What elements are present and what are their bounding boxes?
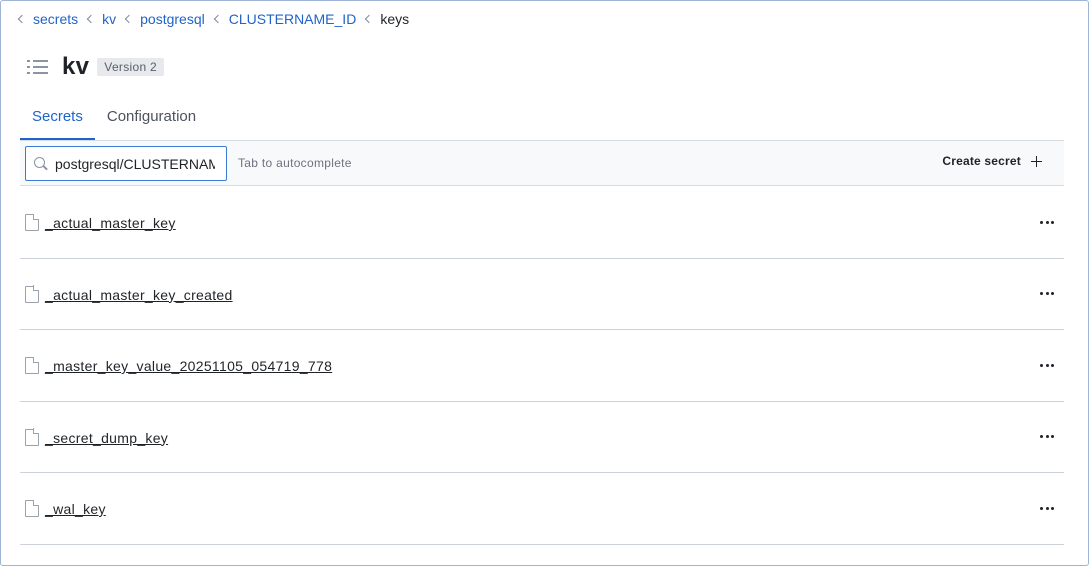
tab-secrets[interactable]: Secrets <box>20 98 95 140</box>
breadcrumb-item-keys: keys <box>365 11 410 27</box>
more-options-button[interactable] <box>1040 289 1054 299</box>
secret-link[interactable]: _master_key_value_20251105_054719_778 <box>45 358 332 374</box>
create-secret-label: Create secret <box>942 154 1021 168</box>
breadcrumb: secrets kv postgresql CLUSTERNAME_ID key… <box>17 10 419 28</box>
breadcrumb-item-secrets: secrets <box>17 11 78 27</box>
list-item[interactable]: _secret_dump_key <box>20 402 1064 473</box>
file-icon <box>25 428 40 446</box>
secret-link[interactable]: _actual_master_key_created <box>45 287 233 303</box>
breadcrumb-current: keys <box>380 11 410 27</box>
tab-configuration[interactable]: Configuration <box>95 98 208 140</box>
app-window: secrets kv postgresql CLUSTERNAME_ID key… <box>0 0 1089 566</box>
more-options-button[interactable] <box>1040 360 1054 370</box>
plus-icon <box>1031 155 1042 167</box>
create-secret-button[interactable]: Create secret <box>942 154 1042 168</box>
autocomplete-hint: Tab to autocomplete <box>238 156 352 170</box>
chevron-left-icon <box>17 14 27 24</box>
version-badge: Version 2 <box>97 58 165 76</box>
list-item[interactable]: _actual_master_key <box>20 187 1064 259</box>
list-item[interactable]: _master_key_value_20251105_054719_778 <box>20 330 1064 402</box>
search-field[interactable] <box>25 146 227 181</box>
search-icon <box>34 156 48 171</box>
secret-link[interactable]: _actual_master_key <box>45 215 176 231</box>
search-input[interactable] <box>55 155 215 172</box>
chevron-left-icon <box>213 14 222 24</box>
breadcrumb-link-clustername[interactable]: CLUSTERNAME_ID <box>229 11 357 27</box>
chevron-left-icon <box>124 14 134 24</box>
chevron-left-icon <box>86 14 96 24</box>
secret-link[interactable]: _wal_key <box>45 501 106 517</box>
file-icon <box>25 499 40 517</box>
list-item[interactable]: _wal_key <box>20 473 1064 545</box>
file-icon <box>25 356 40 374</box>
breadcrumb-link-postgresql[interactable]: postgresql <box>140 11 205 27</box>
file-icon <box>25 285 40 303</box>
secret-link[interactable]: _secret_dump_key <box>45 430 168 446</box>
breadcrumb-item-clustername: CLUSTERNAME_ID <box>213 11 357 27</box>
breadcrumb-link-secrets[interactable]: secrets <box>33 11 78 27</box>
page-header: kv Version 2 <box>27 53 165 81</box>
breadcrumb-link-kv[interactable]: kv <box>102 11 116 27</box>
file-icon <box>25 213 40 231</box>
breadcrumb-item-postgresql: postgresql <box>124 11 205 27</box>
tab-bar: Secrets Configuration <box>20 98 208 140</box>
more-options-button[interactable] <box>1040 432 1054 442</box>
list-icon[interactable] <box>27 58 49 76</box>
list-item[interactable]: _actual_master_key_created <box>20 259 1064 330</box>
more-options-button[interactable] <box>1040 217 1054 227</box>
secrets-list: _actual_master_key _actual_master_key_cr… <box>20 187 1064 545</box>
page-title: kv <box>62 53 90 80</box>
breadcrumb-item-kv: kv <box>86 11 116 27</box>
more-options-button[interactable] <box>1040 503 1054 513</box>
toolbar: Tab to autocomplete Create secret <box>20 141 1064 186</box>
chevron-left-icon <box>365 14 374 24</box>
